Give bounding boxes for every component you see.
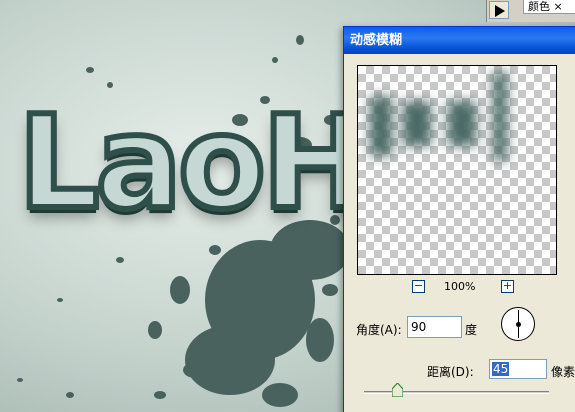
preview-blur-shape [448,101,476,146]
angle-dial[interactable] [501,307,535,341]
distance-value: 45 [492,362,510,376]
distance-label: 距离(D): [427,365,474,379]
distance-field[interactable]: 45 [489,359,547,379]
distance-unit: 像素 [551,365,575,379]
preview-blur-shape [493,71,507,161]
zoom-in-button[interactable]: + [501,280,514,293]
logo-text: LaoH [15,89,372,238]
tab-color[interactable]: 颜色 × [523,0,575,14]
motion-blur-dialog: 动感模糊 − 100% + 角度(A): 90 度 距离(D): 45 像素 [343,26,575,412]
blur-preview[interactable] [357,65,557,275]
zoom-level: 100% [444,280,476,293]
distance-slider-thumb[interactable] [391,383,403,397]
play-button[interactable] [489,1,509,19]
angle-field[interactable]: 90 [407,316,462,338]
angle-unit: 度 [465,323,478,337]
angle-label: 角度(A): [356,323,402,337]
zoom-out-button[interactable]: − [412,280,425,293]
preview-blur-shape [370,96,392,156]
preview-blur-shape [403,101,431,146]
color-panel-strip: 颜色 × [486,0,575,22]
dialog-title[interactable]: 动感模糊 [344,27,575,54]
angle-dial-center [516,322,521,327]
play-triangle-icon [495,5,505,17]
